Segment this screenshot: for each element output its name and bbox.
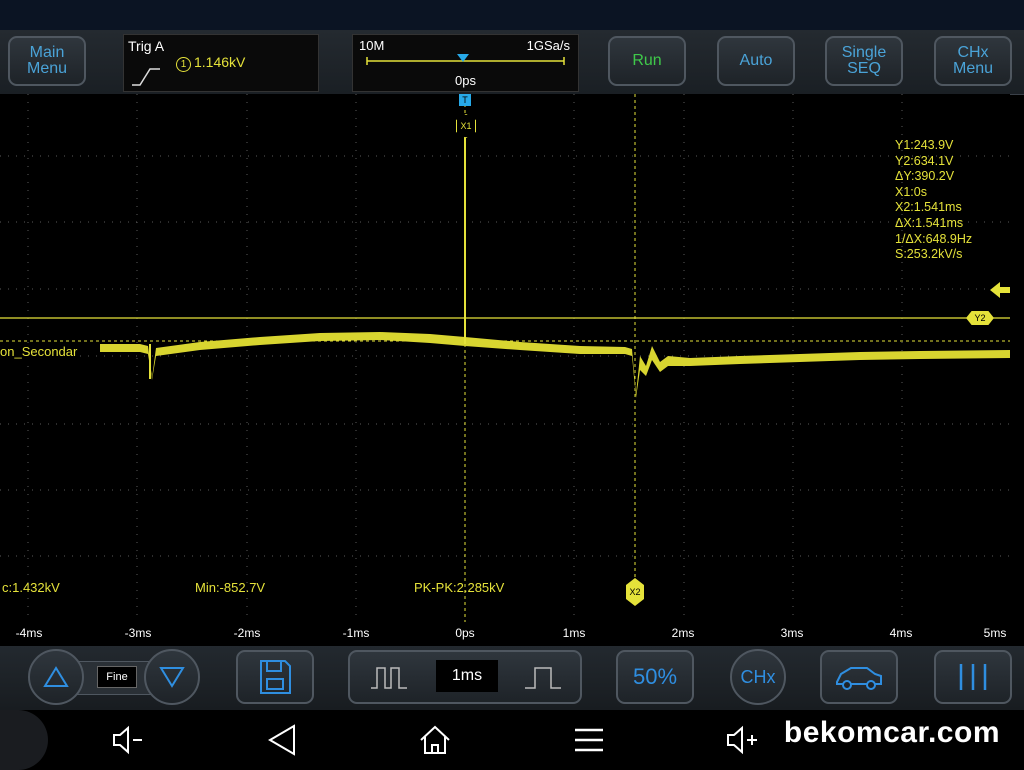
system-nav-bar: bekomcar.com	[0, 710, 1024, 770]
single-seq-label-line2: SEQ	[847, 60, 881, 77]
x-tick: 1ms	[562, 626, 586, 640]
volume-down-icon[interactable]	[108, 720, 148, 760]
main-menu-button[interactable]: Main Menu	[8, 36, 86, 86]
timebase-decrease-button[interactable]	[350, 652, 428, 702]
save-button[interactable]	[236, 650, 314, 704]
readout-delta-x: ΔX:1.541ms	[895, 215, 964, 230]
trigger-level-arrow-icon[interactable]	[990, 282, 1010, 298]
measurement-pkpk: PK-PK:2.285kV	[414, 580, 505, 595]
fine-toggle[interactable]: Fine	[97, 666, 137, 688]
home-icon[interactable]	[415, 720, 455, 760]
readout-slope: S:253.2kV/s	[895, 247, 963, 262]
x-tick: -4ms	[15, 626, 43, 640]
sample-rate: 1GSa/s	[526, 38, 570, 53]
main-menu-label-line2: Menu	[26, 60, 68, 77]
decrease-button[interactable]	[144, 649, 200, 705]
trigger-time-marker[interactable]: T	[459, 94, 471, 106]
down-triangle-icon	[159, 667, 185, 688]
top-toolbar: Main Menu Trig A 1 1.146kV 10M 1GSa/s 0ps …	[0, 30, 1024, 95]
measurement-min: Min:-852.7V	[195, 580, 266, 595]
up-triangle-icon	[43, 666, 69, 687]
x-tick: -3ms	[124, 626, 152, 640]
auto-button[interactable]: Auto	[717, 36, 795, 86]
readout-y1: Y1:243.9V	[895, 138, 954, 152]
readout-x2: X2:1.541ms	[895, 200, 962, 215]
run-button[interactable]: Run	[608, 36, 686, 86]
rising-edge-icon	[132, 68, 160, 86]
fifty-percent-button[interactable]: 50%	[616, 650, 694, 704]
timebase-value: 1ms	[436, 660, 498, 692]
readout-x1: X1:0s	[895, 184, 927, 199]
cursor-readout: Y1:243.9V Y2:634.1V ΔY:390.2V X1:0s X2:1…	[895, 138, 972, 263]
x-tick: 3ms	[780, 626, 804, 640]
volume-up-icon[interactable]	[722, 720, 762, 760]
memory-position-bar	[366, 54, 565, 65]
measurement-max: c:1.432kV	[2, 580, 60, 595]
waveform-svg	[0, 94, 1010, 622]
columns-icon	[959, 664, 987, 690]
columns-button[interactable]	[934, 650, 1012, 704]
trigger-channel-badge: 1	[176, 57, 191, 72]
status-strip	[0, 0, 1024, 30]
vehicle-button[interactable]	[820, 650, 898, 704]
readout-frequency: 1/ΔX:648.9Hz	[895, 231, 973, 246]
single-seq-button[interactable]: Single SEQ	[825, 36, 903, 86]
chx-menu-label-line2: Menu	[952, 60, 994, 77]
trigger-panel[interactable]: Trig A 1 1.146kV	[123, 34, 319, 92]
menu-icon[interactable]	[569, 720, 609, 760]
readout-y2: Y2:634.1V	[895, 153, 954, 168]
single-seq-label-line1: Single	[841, 44, 887, 61]
x-tick: 4ms	[889, 626, 913, 640]
back-icon[interactable]	[262, 720, 302, 760]
x-tick: 5ms	[983, 626, 1007, 640]
x-tick: -2ms	[233, 626, 261, 640]
increase-button[interactable]	[28, 649, 84, 705]
pulse-wide-icon	[525, 667, 561, 689]
chx-menu-button[interactable]: CHx Menu	[934, 36, 1012, 86]
save-icon	[260, 660, 291, 694]
pulse-narrow-icon	[371, 667, 407, 689]
bottom-toolbar: Fine 1ms 50% CHx	[0, 646, 1024, 710]
trigger-title: Trig A	[128, 38, 165, 54]
fine-adjust-control: Fine	[28, 649, 200, 705]
car-icon	[836, 667, 882, 690]
memory-depth: 10M	[359, 38, 385, 53]
timebase-selector: 1ms	[348, 650, 582, 704]
x-tick: 0ps	[455, 626, 475, 640]
timebase-increase-button[interactable]	[504, 652, 582, 702]
watermark: bekomcar.com	[783, 716, 1000, 749]
readout-delta-y: ΔY:390.2V	[895, 169, 955, 184]
channel-trace	[100, 332, 1010, 398]
nav-side-tab[interactable]	[0, 710, 48, 770]
x-tick: -1ms	[342, 626, 370, 640]
y2-marker[interactable]: Y2	[966, 311, 994, 325]
trigger-level-value: 1.146kV	[194, 54, 246, 70]
waveform-display[interactable]: on_Secondar T X1 X2 Y2 Y1:243.9V Y2:634.…	[0, 94, 1010, 622]
trigger-level: 1 1.146kV	[176, 54, 245, 72]
main-menu-label-line1: Main	[29, 44, 65, 61]
x-tick: 2ms	[671, 626, 695, 640]
chx-button[interactable]: CHx	[730, 649, 786, 705]
horizontal-position: 0ps	[455, 73, 476, 88]
chx-menu-label-line1: CHx	[957, 44, 989, 61]
timebase-panel[interactable]: 10M 1GSa/s 0ps	[352, 34, 579, 92]
channel-label: on_Secondar	[0, 344, 80, 359]
